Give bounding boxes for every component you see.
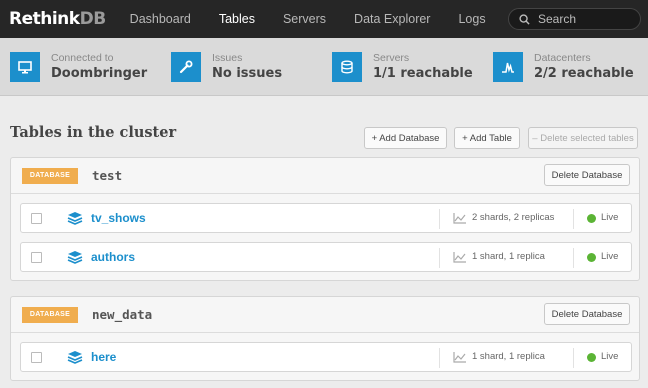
database-name[interactable]: new_data [92, 307, 152, 322]
stat-issues: Issues No issues [161, 51, 322, 82]
table-name-link[interactable]: here [91, 350, 116, 364]
logo-text: Rethink [9, 9, 80, 29]
layers-icon [67, 212, 83, 225]
shard-chart-icon [453, 213, 466, 224]
delete-selected-tables-button[interactable]: – Delete selected tables [528, 127, 638, 149]
add-database-button[interactable]: + Add Database [364, 127, 447, 149]
stat-value[interactable]: No issues [212, 66, 282, 81]
stat-connected: Connected to Doombringer [0, 51, 161, 82]
database-badge: DATABASE [22, 167, 78, 184]
rethinkdb-logo[interactable]: RethinkDB [9, 9, 106, 29]
divider [439, 348, 440, 368]
status-text: Live [601, 212, 619, 223]
live-status-dot [587, 353, 596, 362]
database-header: DATABASE test Delete Database [11, 158, 639, 194]
database-group: DATABASE new_data Delete Database here 1… [10, 296, 640, 381]
layers-icon [67, 251, 83, 264]
shard-chart-icon [453, 352, 466, 363]
wrench-icon [171, 51, 201, 82]
shard-info: 1 shard, 1 replica [472, 251, 545, 262]
shard-info: 2 shards, 2 replicas [472, 212, 555, 223]
table-row: authors 1 shard, 1 replica Live [20, 242, 632, 272]
database-badge: DATABASE [22, 306, 78, 323]
divider [439, 209, 440, 229]
nav-logs[interactable]: Logs [444, 0, 499, 38]
status-text: Live [601, 351, 619, 362]
nav-servers[interactable]: Servers [269, 0, 340, 38]
top-navbar: RethinkDB Dashboard Tables Servers Data … [0, 0, 648, 38]
table-name-link[interactable]: authors [91, 250, 135, 264]
stat-label: Issues [212, 52, 243, 64]
delete-database-button[interactable]: Delete Database [544, 164, 630, 186]
search-icon [519, 13, 530, 25]
stats-bar: Connected to Doombringer Issues No issues … [0, 38, 648, 96]
divider [439, 248, 440, 268]
table-checkbox[interactable] [31, 213, 42, 224]
stat-label: Datacenters [534, 52, 591, 64]
live-status-dot [587, 253, 596, 262]
table-name-link[interactable]: tv_shows [91, 211, 146, 225]
stat-label: Servers [373, 52, 410, 64]
database-header: DATABASE new_data Delete Database [11, 297, 639, 333]
stat-datacenters: Datacenters 2/2 reachable [483, 51, 644, 82]
status-text: Live [601, 251, 619, 262]
delete-database-button[interactable]: Delete Database [544, 303, 630, 325]
stat-label: Connected to [51, 52, 114, 64]
shard-chart-icon [453, 252, 466, 263]
add-table-button[interactable]: + Add Table [454, 127, 520, 149]
divider [573, 348, 574, 368]
stat-value[interactable]: 2/2 reachable [534, 66, 634, 81]
table-checkbox[interactable] [31, 352, 42, 363]
stat-value[interactable]: 1/1 reachable [373, 66, 473, 81]
database-group: DATABASE test Delete Database tv_shows 2… [10, 157, 640, 281]
table-checkbox[interactable] [31, 252, 42, 263]
table-row: here 1 shard, 1 replica Live [20, 342, 632, 372]
page-title: Tables in the cluster [10, 124, 177, 141]
monitor-icon [10, 51, 40, 82]
table-row: tv_shows 2 shards, 2 replicas Live [20, 203, 632, 233]
search-placeholder: Search [538, 12, 577, 26]
nav-dashboard[interactable]: Dashboard [116, 0, 205, 38]
database-icon [332, 51, 362, 82]
nav-tables[interactable]: Tables [205, 0, 269, 38]
signal-icon [493, 51, 523, 82]
stat-value[interactable]: Doombringer [51, 66, 147, 81]
live-status-dot [587, 214, 596, 223]
layers-icon [67, 351, 83, 364]
search-input[interactable]: Search [508, 8, 641, 30]
divider [573, 209, 574, 229]
logo-accent-text: DB [79, 9, 107, 29]
shard-info: 1 shard, 1 replica [472, 351, 545, 362]
database-name[interactable]: test [92, 168, 122, 183]
stat-servers: Servers 1/1 reachable [322, 51, 483, 82]
divider [573, 248, 574, 268]
nav-data-explorer[interactable]: Data Explorer [340, 0, 444, 38]
